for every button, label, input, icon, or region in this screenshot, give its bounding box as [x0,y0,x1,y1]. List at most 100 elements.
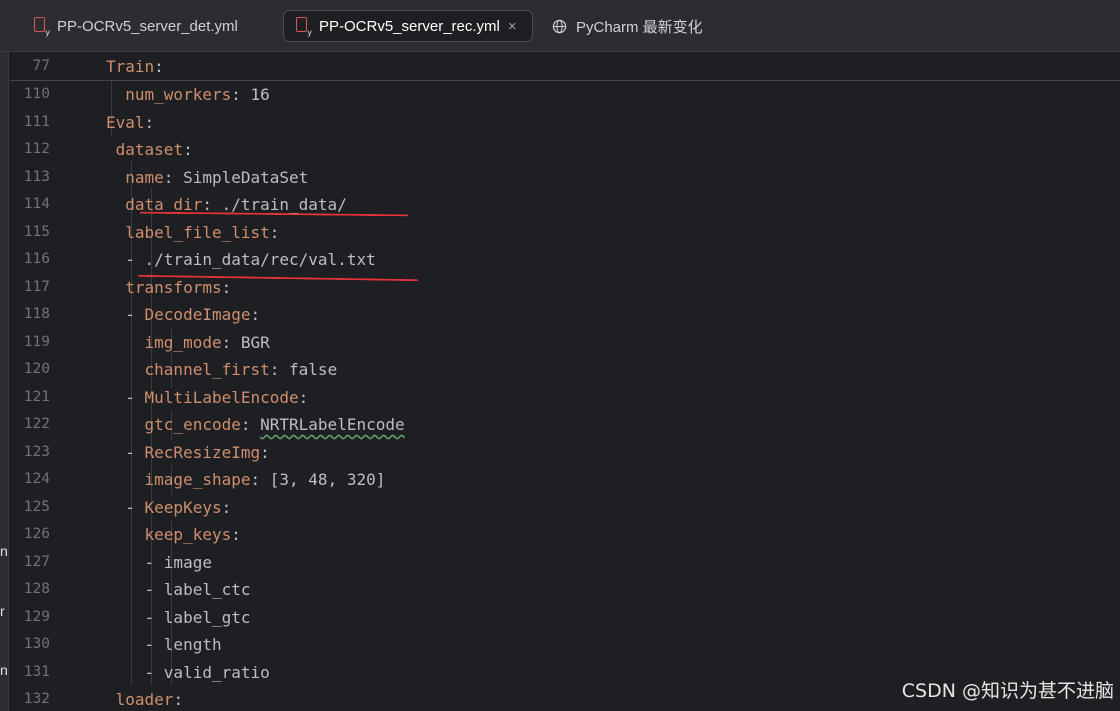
code-text: Train: [106,53,164,80]
list-dash: - [125,305,145,324]
code-line[interactable]: 117 transforms: [10,274,1120,302]
tab-pycharm-whats-new[interactable]: PyCharm 最新变化 [540,10,740,42]
code-text: - DecodeImage: [106,301,260,329]
code-line[interactable]: 123 - RecResizeImg: [10,439,1120,467]
code-line[interactable]: 116 - ./train_data/rec/val.txt [10,246,1120,274]
tab-rec-yml[interactable]: y PP-OCRv5_server_rec.yml × [283,10,533,42]
yaml-colon: : [250,305,261,324]
code-text: - MultiLabelEncode: [106,384,308,412]
yaml-key: image_shape [144,470,251,489]
tab-det-yml[interactable]: y PP-OCRv5_server_det.yml [22,10,264,42]
list-dash: - [144,635,164,654]
yaml-colon: : [144,112,155,132]
globe-icon [552,19,567,33]
yaml-key: keep_keys [144,525,232,544]
code-line[interactable]: 130 - length [10,631,1120,659]
yaml-key: MultiLabelEncode [144,387,299,407]
code-text: gtc_encode: NRTRLabelEncode [106,411,405,439]
code-text: dataset: [106,136,193,164]
code-text: - KeepKeys: [106,494,231,522]
sticky-scope-header[interactable]: 77 Train: [10,53,1120,81]
yaml-value: valid_ratio [163,662,270,682]
line-number: 128 [23,581,50,597]
code-text: - RecResizeImg: [106,439,270,467]
code-line[interactable]: 115 label_file_list: [10,219,1120,247]
code-text: Eval: [106,109,154,137]
yaml-colon: : [240,415,261,434]
code-line[interactable]: 122 gtc_encode: NRTRLabelEncode [10,411,1120,439]
list-dash: - [125,387,145,407]
list-dash: - [125,250,145,269]
line-number: 112 [23,141,50,157]
code-line[interactable]: 128 - label_ctc [10,576,1120,604]
yaml-value: label_ctc [163,580,251,599]
tool-window-fragment: n [0,662,8,678]
yaml-colon: : [163,167,184,187]
line-number: 116 [23,251,50,267]
tab-label: PP-OCRv5_server_rec.yml [319,17,500,35]
line-number: 132 [23,691,50,707]
code-line[interactable]: 114 data_dir: ./train_data/ [10,191,1120,219]
line-number: 127 [23,553,50,570]
list-dash: - [144,607,164,627]
code-text: - valid_ratio [106,659,270,687]
code-line[interactable]: 113 name: SimpleDataSet [10,164,1120,192]
ide-window: y PP-OCRv5_server_det.yml y PP-OCRv5_ser… [0,0,1120,711]
yaml-colon: : [260,442,270,462]
line-number: 121 [23,388,50,405]
code-line[interactable]: 110 num_workers: 16 [10,81,1120,109]
code-editor[interactable]: 110 num_workers: 16 111 Eval: 112 dataset: 1… [10,53,1120,711]
yaml-file-icon: y [34,17,50,37]
code-text: img_mode: BGR [106,329,270,357]
yaml-colon: : [202,195,222,214]
yaml-value: image [163,552,212,572]
list-dash: - [125,497,145,517]
close-icon[interactable]: × [508,18,517,35]
code-line[interactable]: 121 - MultiLabelEncode: [10,384,1120,412]
yaml-key: KeepKeys [144,497,222,517]
line-number: 130 [23,636,50,652]
line-number: 125 [23,498,50,515]
yaml-key: RecResizeImg [144,442,261,462]
line-number: 131 [23,663,50,680]
code-line[interactable]: 120 channel_first: false [10,356,1120,384]
yaml-colon: : [221,497,232,517]
code-line[interactable]: 125 - KeepKeys: [10,494,1120,522]
code-line[interactable]: 124 image_shape: [3, 48, 320] [10,466,1120,494]
line-number: 126 [23,526,50,542]
code-text: - length [106,631,222,659]
yaml-colon: : [154,57,164,76]
code-line[interactable]: 118 - DecodeImage: [10,301,1120,329]
list-dash: - [125,442,145,462]
yaml-key: gtc_encode [144,415,241,434]
tool-window-fragment: n [0,543,8,559]
yaml-file-icon: y [296,17,312,37]
code-line[interactable]: 112 dataset: [10,136,1120,164]
code-text: - image [106,549,212,577]
tab-label: PP-OCRv5_server_det.yml [57,17,238,35]
yaml-colon: : [221,332,241,352]
yaml-key: Eval [106,112,145,132]
code-line[interactable]: 129 - label_gtc [10,604,1120,632]
line-number: 129 [23,608,50,625]
yaml-key: dataset [115,140,184,159]
code-line[interactable]: 127 - image [10,549,1120,577]
code-line[interactable]: 111 Eval: [10,109,1120,137]
code-line[interactable]: 119 img_mode: BGR [10,329,1120,357]
yaml-colon: : [231,525,241,544]
watermark: CSDN @知识为甚不进脑 [901,680,1114,702]
code-line[interactable]: 126 keep_keys: [10,521,1120,549]
